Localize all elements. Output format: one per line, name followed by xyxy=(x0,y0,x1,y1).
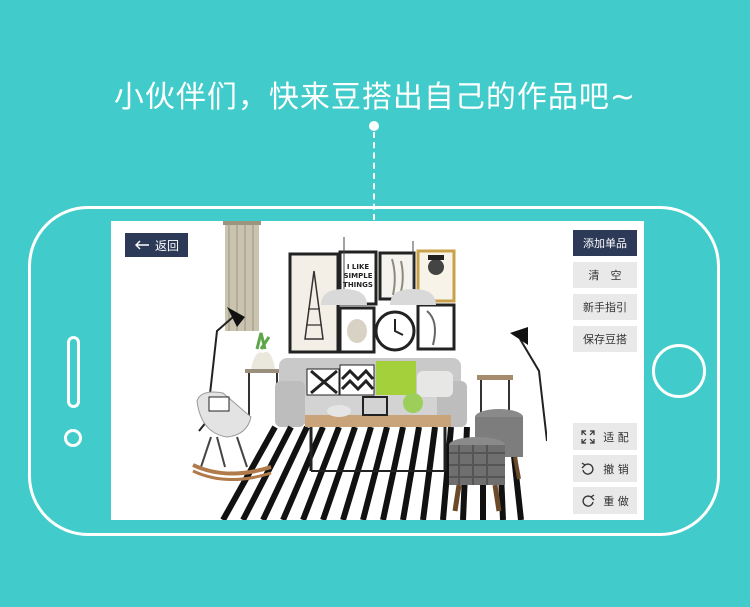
room-design-canvas[interactable]: I LIKE SIMPLE THINGS xyxy=(187,221,547,520)
app-screen: 返回 I LIKE SIMPLE THINGS 添加单品 清 空 新手指引 保存… xyxy=(111,221,644,520)
undo-icon xyxy=(581,461,594,475)
save-button[interactable]: 保存豆搭 xyxy=(573,326,637,352)
fit-label: 适 配 xyxy=(603,430,629,444)
edit-tools: 适 配 撤 销 重 做 xyxy=(573,423,637,519)
connector-dot xyxy=(369,121,379,131)
redo-icon xyxy=(582,493,595,507)
fit-icon xyxy=(581,429,595,444)
back-button[interactable]: 返回 xyxy=(125,233,188,257)
clear-button[interactable]: 清 空 xyxy=(573,262,637,288)
undo-label: 撤 销 xyxy=(603,462,629,476)
headline: 小伙伴们，快来豆搭出自己的作品吧~ xyxy=(113,80,637,115)
poster-line-2: SIMPLE xyxy=(344,272,373,280)
redo-button[interactable]: 重 做 xyxy=(573,487,637,514)
add-item-button[interactable]: 添加单品 xyxy=(573,230,637,256)
fit-button[interactable]: 适 配 xyxy=(573,423,637,450)
back-arrow-icon xyxy=(134,240,149,250)
phone-home-button xyxy=(652,344,706,398)
back-button-label: 返回 xyxy=(154,238,179,253)
action-menu: 添加单品 清 空 新手指引 保存豆搭 xyxy=(573,230,637,358)
phone-side-pill xyxy=(67,336,80,408)
phone-side-dot xyxy=(64,429,82,447)
redo-label: 重 做 xyxy=(603,494,629,508)
poster-line-1: I LIKE xyxy=(347,263,370,271)
undo-button[interactable]: 撤 销 xyxy=(573,455,637,482)
poster-line-3: THINGS xyxy=(343,281,373,289)
guide-button[interactable]: 新手指引 xyxy=(573,294,637,320)
curtain[interactable] xyxy=(223,221,261,331)
